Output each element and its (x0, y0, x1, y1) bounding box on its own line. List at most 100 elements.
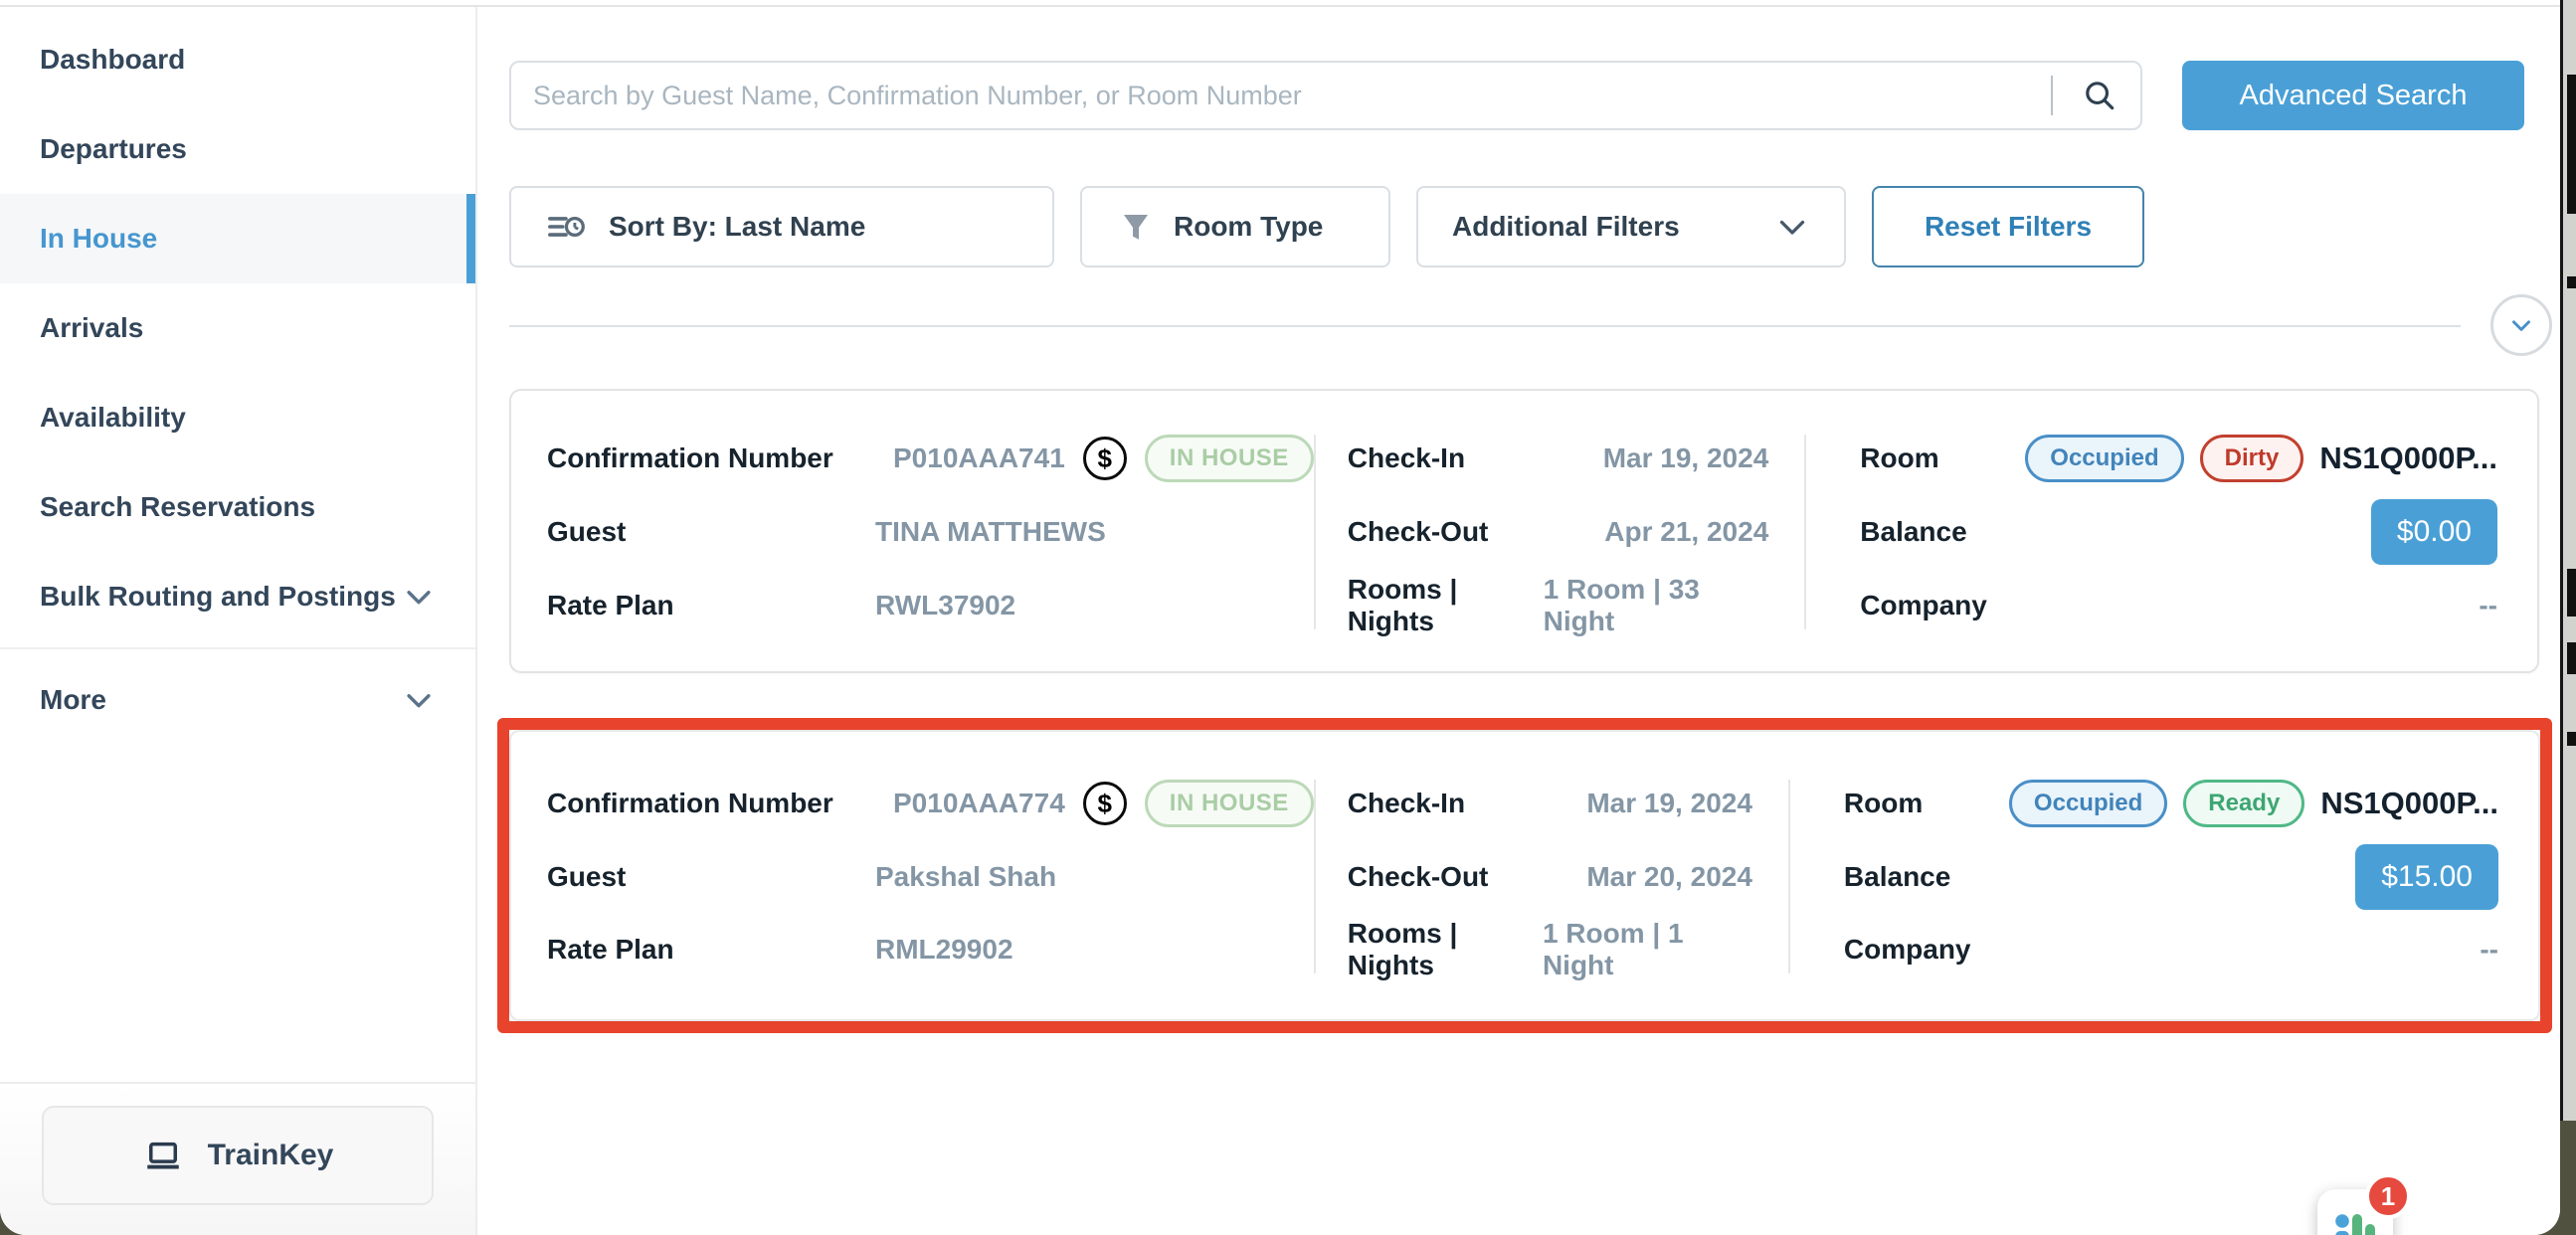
payment-dollar-icon: $ (1083, 437, 1127, 480)
rooms-nights-value: 1 Room | 33 Night (1544, 574, 1769, 637)
trainkey-label: TrainKey (208, 1139, 334, 1172)
balance-label: Balance (1860, 516, 1966, 548)
payment-dollar-icon: $ (1083, 782, 1127, 825)
balance-button[interactable]: $0.00 (2371, 499, 2497, 565)
laptop-icon (142, 1135, 184, 1176)
company-label: Company (1844, 934, 1971, 966)
results-divider (509, 325, 2461, 327)
sort-clock-icon (545, 206, 587, 248)
funnel-icon (1118, 209, 1154, 245)
sidebar-item-departures[interactable]: Departures (0, 104, 475, 194)
company-label: Company (1860, 590, 1987, 621)
checkin-date: Mar 19, 2024 (1586, 788, 1752, 819)
housekeeping-badge: Ready (2183, 780, 2304, 827)
sort-by-button[interactable]: Sort By: Last Name (509, 186, 1054, 267)
notification-badge: 1 (2365, 1173, 2411, 1219)
card-guest-column: Confirmation Number P010AAA774 $ IN HOUS… (511, 772, 1314, 981)
rate-plan-value: RWL37902 (875, 590, 1015, 621)
occupancy-badge: Occupied (2009, 780, 2167, 827)
sidebar-item-label: Availability (40, 402, 186, 434)
housekeeping-badge: Dirty (2200, 435, 2304, 482)
sidebar-nav: Dashboard Departures In House Arrivals A… (0, 7, 475, 745)
checkout-label: Check-Out (1348, 516, 1489, 548)
sidebar-item-label: Search Reservations (40, 491, 315, 523)
reservation-card-highlighted[interactable]: Confirmation Number P010AAA774 $ IN HOUS… (509, 730, 2540, 1021)
background-window-sliver (2560, 0, 2576, 1235)
advanced-search-button[interactable]: Advanced Search (2182, 61, 2524, 130)
rate-plan-label: Rate Plan (547, 934, 875, 966)
checkin-label: Check-In (1348, 442, 1465, 474)
app-window: Dashboard Departures In House Arrivals A… (0, 0, 2560, 1235)
room-label: Room (1860, 442, 2009, 474)
sidebar-item-bulk-routing[interactable]: Bulk Routing and Postings (0, 552, 475, 641)
balance-button[interactable]: $15.00 (2355, 844, 2498, 910)
sort-by-label: Sort By: Last Name (609, 211, 865, 243)
rooms-nights-label: Rooms | Nights (1348, 918, 1543, 981)
confirmation-label: Confirmation Number (547, 788, 875, 819)
room-number: NS1Q000P... (2320, 786, 2498, 821)
company-value: -- (2479, 590, 2497, 621)
sidebar-item-availability[interactable]: Availability (0, 373, 475, 462)
chevron-down-icon (402, 683, 436, 717)
main-content: Advanced Search Sort By: Last Name (479, 7, 2560, 1235)
rate-plan-value: RML29902 (875, 934, 1013, 966)
card-room-column: Room Occupied Ready NS1Q000P... Balance … (1788, 772, 2538, 981)
sidebar-item-label: Departures (40, 133, 187, 165)
search-box[interactable] (509, 61, 2142, 130)
confirmation-number: P010AAA741 (893, 442, 1065, 474)
sidebar-item-search-reservations[interactable]: Search Reservations (0, 462, 475, 552)
reset-filters-button[interactable]: Reset Filters (1872, 186, 2144, 267)
rooms-nights-label: Rooms | Nights (1348, 574, 1544, 637)
confirmation-number: P010AAA774 (893, 788, 1065, 819)
room-label: Room (1844, 788, 1993, 819)
sidebar-item-more[interactable]: More (0, 655, 475, 745)
room-type-label: Room Type (1174, 211, 1323, 243)
sidebar-item-dashboard[interactable]: Dashboard (0, 15, 475, 104)
collapse-toggle[interactable] (2490, 294, 2552, 356)
additional-filters-dropdown[interactable]: Additional Filters (1416, 186, 1846, 267)
checkout-label: Check-Out (1348, 861, 1489, 893)
room-number: NS1Q000P... (2319, 441, 2497, 476)
confirmation-label: Confirmation Number (547, 442, 875, 474)
rate-plan-label: Rate Plan (547, 590, 875, 621)
checkout-date: Apr 21, 2024 (1604, 516, 1768, 548)
sidebar-item-label: In House (40, 223, 157, 255)
rooms-nights-value: 1 Room | 1 Night (1543, 918, 1752, 981)
checkout-date: Mar 20, 2024 (1586, 861, 1752, 893)
card-room-column: Room Occupied Dirty NS1Q000P... Balance … (1804, 427, 2537, 637)
sidebar-item-label: Dashboard (40, 44, 185, 76)
additional-filters-label: Additional Filters (1452, 211, 1680, 243)
card-dates-column: Check-In Mar 19, 2024 Check-Out Apr 21, … (1314, 427, 1804, 637)
trainkey-button[interactable]: TrainKey (42, 1106, 434, 1205)
sidebar-item-label: Bulk Routing and Postings (40, 581, 396, 613)
guest-name: Pakshal Shah (875, 861, 1056, 893)
sidebar-item-arrivals[interactable]: Arrivals (0, 283, 475, 373)
company-value: -- (2480, 934, 2498, 966)
filter-row: Sort By: Last Name Room Type Additional … (509, 186, 2144, 267)
guest-label: Guest (547, 861, 875, 893)
search-icon[interactable] (2081, 77, 2118, 114)
chevron-down-icon (402, 580, 436, 614)
status-badge: IN HOUSE (1145, 780, 1314, 827)
sidebar-footer: TrainKey (0, 1082, 475, 1235)
room-type-filter-button[interactable]: Room Type (1080, 186, 1390, 267)
sidebar-item-in-house[interactable]: In House (0, 194, 475, 283)
card-guest-column: Confirmation Number P010AAA741 $ IN HOUS… (511, 427, 1314, 637)
search-divider (2051, 76, 2053, 115)
sidebar-item-label: Arrivals (40, 312, 143, 344)
card-dates-column: Check-In Mar 19, 2024 Check-Out Mar 20, … (1314, 772, 1788, 981)
sidebar: Dashboard Departures In House Arrivals A… (0, 7, 477, 1235)
search-row: Advanced Search (509, 61, 2524, 130)
search-input[interactable] (533, 81, 2039, 111)
checkin-date: Mar 19, 2024 (1603, 442, 1769, 474)
balance-label: Balance (1844, 861, 1950, 893)
status-badge: IN HOUSE (1145, 435, 1314, 482)
chat-app-icon[interactable]: 1 (2317, 1189, 2393, 1235)
guest-label: Guest (547, 516, 875, 548)
chevron-down-icon (2506, 310, 2536, 340)
chevron-down-icon (1774, 209, 1810, 245)
sidebar-divider (0, 647, 475, 649)
checkin-label: Check-In (1348, 788, 1465, 819)
reservation-card[interactable]: Confirmation Number P010AAA741 $ IN HOUS… (509, 389, 2539, 673)
sidebar-item-label: More (40, 684, 106, 716)
